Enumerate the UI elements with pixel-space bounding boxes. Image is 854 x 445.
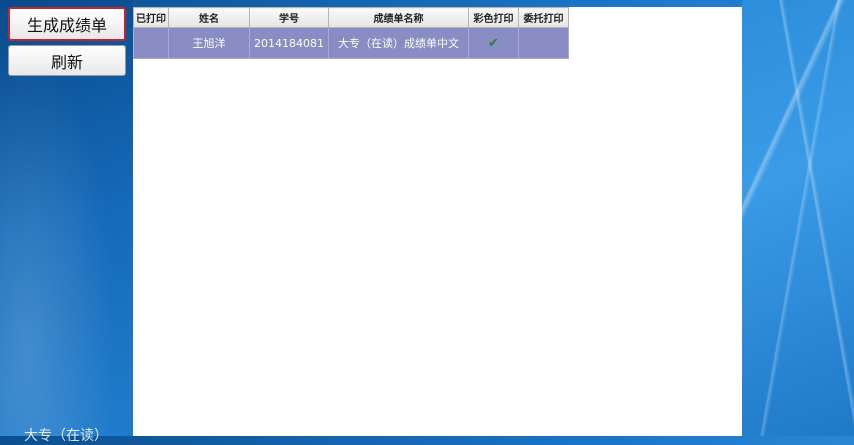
generate-transcript-button[interactable]: 生成成绩单 [8,7,126,41]
cell-delegate-print[interactable] [518,27,569,59]
table-row[interactable]: 王旭洋 2014184081 大专（在读）成绩单中文 ✔ [133,27,569,59]
column-header-color-print[interactable]: 彩色打印 [468,7,519,28]
background-caption: 大专（在读） [24,428,108,444]
cell-student-id[interactable]: 2014184081 [249,27,329,59]
cell-transcript-name[interactable]: 大专（在读）成绩单中文 [328,27,469,59]
right-background [742,0,854,436]
cell-color-print-check-icon[interactable]: ✔ [468,27,519,59]
cell-printed[interactable] [133,27,169,59]
cell-name[interactable]: 王旭洋 [168,27,250,59]
column-header-name[interactable]: 姓名 [168,7,250,28]
transcript-list-panel: 已打印 姓名 学号 成绩单名称 彩色打印 委托打印 王旭洋 2014184081… [133,7,742,436]
column-header-printed[interactable]: 已打印 [133,7,169,28]
column-header-transcript-name[interactable]: 成绩单名称 [328,7,469,28]
column-header-student-id[interactable]: 学号 [249,7,329,28]
transcript-table: 已打印 姓名 学号 成绩单名称 彩色打印 委托打印 王旭洋 2014184081… [133,7,569,59]
refresh-button[interactable]: 刷新 [8,45,126,76]
table-header-row: 已打印 姓名 学号 成绩单名称 彩色打印 委托打印 [133,7,569,28]
column-header-delegate-print[interactable]: 委托打印 [518,7,569,28]
